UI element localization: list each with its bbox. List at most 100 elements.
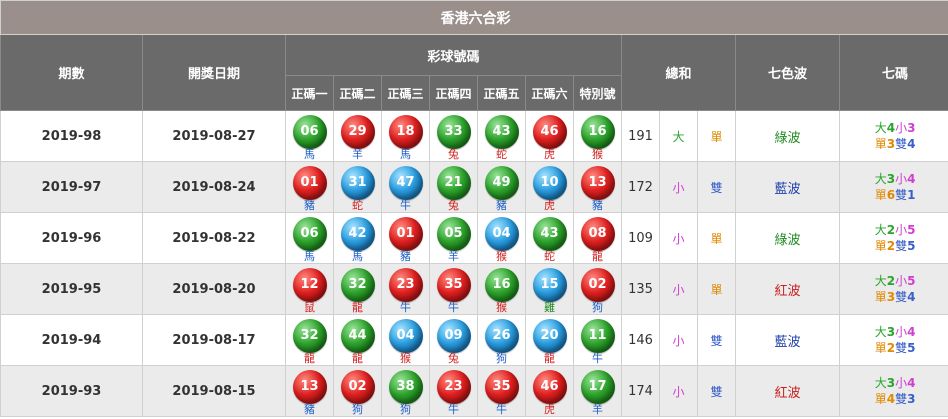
zodiac-label: 猴	[400, 351, 411, 365]
seven-small-label: 小	[895, 274, 908, 288]
parity-label: 雙	[697, 161, 736, 213]
ball-cell: 35 牛	[477, 365, 526, 417]
seven-size-line: 大2小5	[840, 273, 948, 289]
lottery-ball: 02	[340, 369, 375, 404]
zodiac-label: 龍	[352, 300, 363, 314]
zodiac-label: 豬	[304, 402, 315, 416]
ball-cell: 12 鼠	[285, 263, 334, 315]
seven-even-count: 5	[907, 341, 916, 355]
zodiac-label: 牛	[448, 402, 459, 416]
seven-odd-count: 6	[886, 188, 896, 202]
ball-cell: 35 牛	[429, 263, 478, 315]
seven-code-cell: 大2小5 單3雙4	[838, 263, 948, 315]
header-seven-code: 七碼	[838, 34, 948, 111]
lottery-ball: 04	[484, 216, 519, 251]
seven-odd-label: 單	[874, 290, 887, 304]
parity-label: 單	[697, 212, 736, 264]
ball-cell: 26 狗	[477, 314, 526, 366]
results-body: 2019-98 2019-08-27 06 馬 29 羊 18 馬 33 兔 43 蛇 46 虎 16 猴 19…	[0, 110, 948, 417]
lottery-ball: 15	[532, 267, 567, 302]
header-ball-1: 正碼一	[285, 75, 334, 111]
seven-even-label: 雙	[895, 341, 908, 355]
table-title: 香港六合彩	[0, 0, 948, 35]
lottery-ball: 38	[388, 369, 423, 404]
header-ball-4: 正碼四	[429, 75, 478, 111]
date-cell: 2019-08-17	[142, 314, 286, 366]
seven-small-count: 5	[907, 223, 916, 237]
seven-parity-line: 單4雙3	[840, 391, 948, 407]
zodiac-label: 兔	[448, 351, 459, 365]
size-label: 小	[659, 314, 698, 366]
zodiac-label: 虎	[544, 198, 555, 212]
ball-cell: 16 猴	[573, 110, 622, 162]
sum-value: 174	[621, 365, 660, 417]
lottery-ball: 13	[292, 369, 327, 404]
ball-cell: 04 猴	[477, 212, 526, 264]
ball-cell: 32 龍	[285, 314, 334, 366]
lottery-ball: 20	[532, 318, 567, 353]
header-ball-3: 正碼三	[381, 75, 430, 111]
seven-odd-count: 2	[886, 239, 896, 253]
zodiac-label: 牛	[496, 402, 507, 416]
ball-cell: 18 馬	[381, 110, 430, 162]
lottery-ball: 02	[580, 267, 615, 302]
seven-even-count: 4	[907, 290, 916, 304]
seven-small-label: 小	[895, 172, 908, 186]
lottery-ball: 17	[580, 369, 615, 404]
seven-even-label: 雙	[895, 188, 908, 202]
sum-value: 109	[621, 212, 660, 264]
size-label: 小	[659, 161, 698, 213]
seven-big-label: 大	[874, 325, 887, 339]
ball-cell: 47 牛	[381, 161, 430, 213]
header-period: 期數	[0, 34, 143, 111]
ball-cell: 32 龍	[333, 263, 382, 315]
ball-cell: 46 虎	[525, 110, 574, 162]
zodiac-label: 龍	[544, 351, 555, 365]
header-ball-2: 正碼二	[333, 75, 382, 111]
zodiac-label: 豬	[592, 198, 603, 212]
zodiac-label: 虎	[544, 402, 555, 416]
zodiac-label: 牛	[400, 198, 411, 212]
seven-even-count: 4	[907, 137, 916, 151]
ball-cell: 20 龍	[525, 314, 574, 366]
wave-label: 藍波	[735, 314, 840, 366]
ball-cell: 09 兔	[429, 314, 478, 366]
lottery-ball: 43	[484, 114, 519, 149]
lottery-ball: 18	[388, 114, 423, 149]
ball-cell: 16 猴	[477, 263, 526, 315]
ball-cell: 49 豬	[477, 161, 526, 213]
date-cell: 2019-08-24	[142, 161, 286, 213]
seven-big-count: 3	[886, 325, 896, 339]
ball-cell: 02 狗	[333, 365, 382, 417]
header-sum: 總和	[621, 34, 736, 111]
ball-cell: 29 羊	[333, 110, 382, 162]
zodiac-label: 羊	[352, 147, 363, 161]
period-cell: 2019-93	[0, 365, 143, 417]
seven-even-count: 1	[907, 188, 916, 202]
parity-label: 雙	[697, 365, 736, 417]
seven-size-line: 大3小4	[840, 375, 948, 391]
lottery-ball: 23	[388, 267, 423, 302]
wave-label: 綠波	[735, 110, 840, 162]
lottery-ball: 01	[388, 216, 423, 251]
lottery-ball: 11	[580, 318, 615, 353]
ball-cell: 23 牛	[429, 365, 478, 417]
ball-cell: 06 馬	[285, 212, 334, 264]
ball-cell: 42 馬	[333, 212, 382, 264]
zodiac-label: 雞	[544, 300, 555, 314]
wave-label: 藍波	[735, 161, 840, 213]
ball-cell: 11 牛	[573, 314, 622, 366]
lottery-ball: 23	[436, 369, 471, 404]
zodiac-label: 猴	[496, 249, 507, 263]
lottery-ball: 49	[484, 165, 519, 200]
lottery-ball: 31	[340, 165, 375, 200]
wave-label: 紅波	[735, 263, 840, 315]
seven-small-count: 5	[907, 274, 916, 288]
ball-cell: 33 兔	[429, 110, 478, 162]
seven-code-cell: 大3小4 單2雙5	[838, 314, 948, 366]
lottery-ball: 32	[340, 267, 375, 302]
sum-value: 146	[621, 314, 660, 366]
lottery-ball: 13	[580, 165, 615, 200]
seven-even-label: 雙	[895, 137, 908, 151]
sum-value: 135	[621, 263, 660, 315]
